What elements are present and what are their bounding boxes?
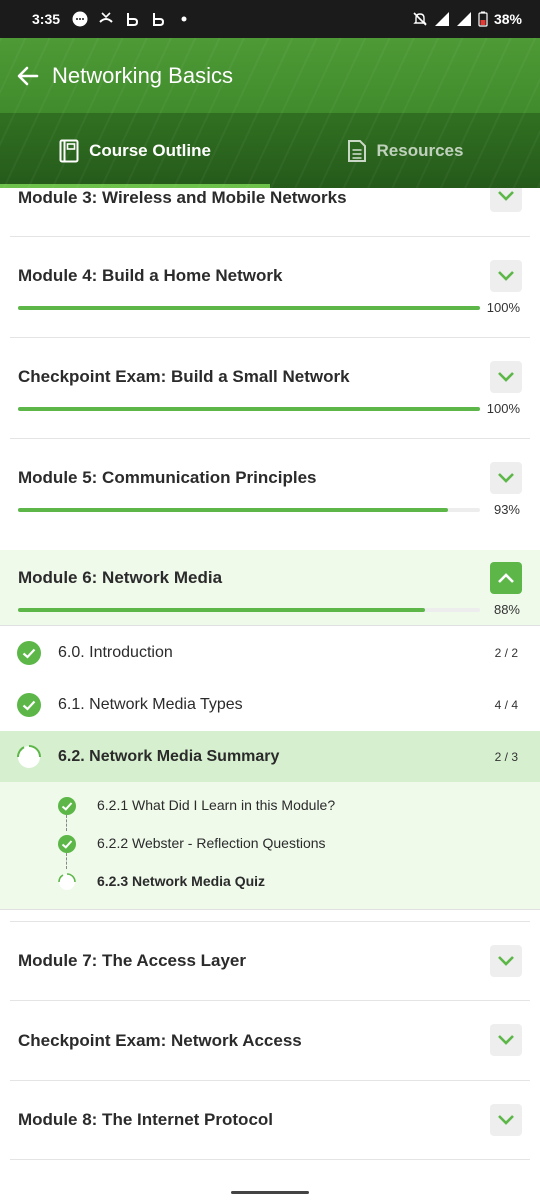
app-header: Networking Basics Course Outline Resourc… (0, 38, 540, 188)
module-item[interactable]: Module 7: The Access Layer (0, 922, 540, 1000)
check-circle-icon (17, 641, 41, 665)
home-indicator[interactable] (231, 1191, 309, 1194)
chevron-down-icon (498, 956, 514, 966)
module-title: Checkpoint Exam: Build a Small Network (18, 367, 350, 386)
chevron-down-icon (498, 1035, 514, 1045)
progress-percent: 88% (493, 602, 520, 617)
course-outline-list: Module 3: Wireless and Mobile Networks M… (0, 188, 540, 1200)
section-label: 6.2. Network Media Summary (58, 747, 280, 765)
chevron-down-icon (498, 473, 514, 483)
arrow-left-icon (17, 66, 39, 85)
status-right: 38% (412, 11, 522, 27)
module-item[interactable]: Checkpoint Exam: Network Access (0, 1001, 540, 1080)
section-label: 6.1. Network Media Types (58, 696, 243, 713)
module-title: Module 3: Wireless and Mobile Networks (18, 188, 347, 207)
module-item[interactable]: Checkpoint Exam: Build a Small Network 1… (0, 338, 540, 438)
status-time: 3:35 (32, 11, 61, 27)
topic-label: 6.2.2 Webster - Reflection Questions (97, 835, 326, 851)
book-icon (59, 139, 79, 162)
expand-button[interactable] (490, 945, 522, 977)
check-circle-icon (58, 835, 76, 853)
section-count: 4 / 4 (494, 698, 518, 712)
progress-fill (18, 407, 480, 411)
progress-fill (18, 508, 448, 512)
module-title: Checkpoint Exam: Network Access (18, 1031, 302, 1050)
tab-bar: Course Outline Resources (0, 113, 540, 188)
progress-circle-icon (58, 873, 76, 890)
chevron-down-icon (498, 1115, 514, 1125)
divider (10, 1159, 530, 1160)
check-circle-icon (17, 693, 41, 717)
collapse-button[interactable] (490, 562, 522, 594)
chevron-up-icon (498, 573, 514, 583)
progress-bar (18, 608, 480, 612)
battery-percent: 38% (493, 11, 522, 27)
section-label: 6.0. Introduction (58, 644, 173, 661)
topic-item[interactable]: 6.2.2 Webster - Reflection Questions (0, 828, 540, 858)
section-count: 2 / 3 (494, 749, 518, 764)
topic-label: 6.2.1 What Did I Learn in this Module? (97, 797, 336, 813)
page-title: Networking Basics (52, 62, 233, 88)
mute-icon (413, 12, 427, 26)
status-bar: 3:35 38% (0, 0, 540, 38)
topic-label: 6.2.3 Network Media Quiz (97, 873, 266, 889)
battery-icon (478, 11, 488, 27)
expand-button[interactable] (490, 260, 522, 292)
topic-list: 6.2.1 What Did I Learn in this Module? 6… (0, 782, 540, 910)
chevron-down-icon (498, 191, 514, 201)
chat-icon (72, 11, 88, 27)
progress-bar (18, 306, 480, 310)
tab-course-outline-label: Course Outline (89, 140, 211, 160)
progress-fill (18, 306, 480, 310)
progress-bar (18, 508, 480, 512)
module-title: Module 7: The Access Layer (18, 951, 247, 970)
progress-percent: 100% (486, 401, 520, 416)
topic-item-current[interactable]: 6.2.3 Network Media Quiz (0, 866, 540, 896)
back-button[interactable] (16, 64, 40, 88)
module-title: Module 4: Build a Home Network (18, 266, 283, 285)
tab-course-outline[interactable]: Course Outline (0, 113, 270, 188)
tab-resources[interactable]: Resources (270, 113, 540, 188)
expand-button[interactable] (490, 361, 522, 393)
chevron-down-icon (498, 271, 514, 281)
module-item[interactable]: Module 5: Communication Principles 93% (0, 439, 540, 539)
topic-item[interactable]: 6.2.1 What Did I Learn in this Module? (0, 790, 540, 820)
module-item[interactable]: Module 3: Wireless and Mobile Networks (0, 188, 540, 236)
chevron-down-icon (498, 372, 514, 382)
progress-fill (18, 608, 425, 612)
app-b-icon (127, 13, 139, 26)
module-title: Module 8: The Internet Protocol (18, 1110, 274, 1129)
check-circle-icon (58, 797, 76, 815)
progress-bar (18, 407, 480, 411)
title-bar: Networking Basics (0, 38, 540, 113)
section-count: 2 / 2 (494, 646, 518, 660)
module-title: Module 6: Network Media (18, 568, 223, 587)
expand-button[interactable] (490, 1104, 522, 1136)
progress-percent: 93% (493, 502, 520, 517)
section-item[interactable]: 6.0. Introduction 2 / 2 (0, 627, 540, 679)
expand-button[interactable] (490, 462, 522, 494)
module-title: Module 5: Communication Principles (18, 468, 317, 487)
signal-icon (434, 12, 449, 26)
progress-percent: 100% (486, 300, 520, 315)
section-item-current[interactable]: 6.2. Network Media Summary 2 / 3 (0, 731, 540, 782)
signal-4g-icon (456, 12, 471, 26)
expand-button[interactable] (490, 188, 522, 212)
document-icon (347, 139, 366, 162)
app-b-icon-2 (153, 13, 165, 26)
module-item[interactable]: Module 8: The Internet Protocol (0, 1081, 540, 1159)
progress-circle-icon (17, 745, 41, 768)
section-item[interactable]: 6.1. Network Media Types 4 / 4 (0, 679, 540, 731)
missed-call-icon (99, 12, 113, 23)
dot-icon (181, 16, 187, 22)
expand-button[interactable] (490, 1024, 522, 1056)
notification-icons (72, 11, 192, 27)
module-item[interactable]: Module 4: Build a Home Network 100% (0, 237, 540, 337)
tab-resources-label: Resources (376, 140, 464, 160)
module-item-expanded[interactable]: Module 6: Network Media 88% (0, 550, 540, 626)
